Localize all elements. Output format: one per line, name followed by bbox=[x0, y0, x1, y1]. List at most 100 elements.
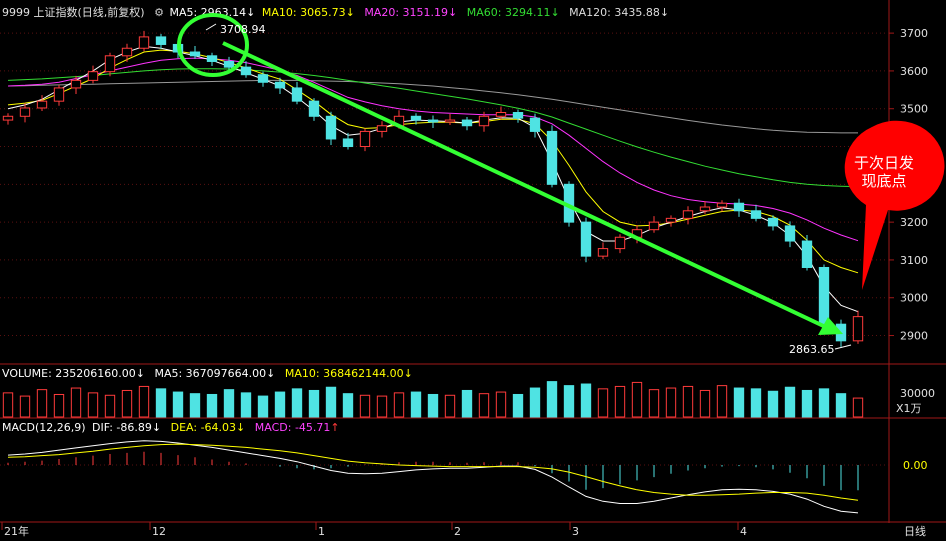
price-tick-label: 3100 bbox=[900, 254, 928, 267]
volume-bar bbox=[257, 395, 269, 418]
volume-bar bbox=[138, 385, 150, 418]
candle-body bbox=[121, 47, 133, 57]
dif-line bbox=[7, 440, 859, 514]
ma20-line bbox=[7, 57, 859, 242]
volume-bar bbox=[104, 394, 116, 418]
volume-bar bbox=[359, 394, 371, 418]
candle-body bbox=[784, 225, 796, 242]
candle-body bbox=[648, 221, 660, 231]
x-tick-label: 2 bbox=[454, 525, 461, 538]
volume-bar bbox=[478, 393, 490, 418]
candle-body bbox=[376, 125, 388, 132]
volume-bar bbox=[563, 385, 575, 418]
volume-bar bbox=[342, 393, 354, 418]
volume-bar bbox=[767, 390, 779, 418]
candle-body bbox=[801, 240, 813, 268]
volume-bar bbox=[410, 391, 422, 418]
volume-bar bbox=[121, 389, 133, 418]
price-tick-label: 3000 bbox=[900, 292, 928, 305]
volume-bar bbox=[818, 388, 830, 418]
low-annotation-leader bbox=[834, 344, 852, 350]
volume-bar bbox=[631, 381, 643, 418]
volume-bar bbox=[155, 388, 167, 418]
volume-bar bbox=[444, 394, 456, 418]
candle-body bbox=[682, 210, 694, 219]
volume-bar bbox=[495, 391, 507, 418]
price-tick-label: 3600 bbox=[900, 65, 928, 78]
volume-bar bbox=[529, 387, 541, 418]
price-tick-label: 3200 bbox=[900, 216, 928, 229]
candle-body bbox=[750, 210, 762, 219]
x-tick-label: 4 bbox=[740, 525, 747, 538]
candle-body bbox=[512, 112, 524, 119]
volume-bar bbox=[733, 387, 745, 418]
candle-body bbox=[291, 87, 303, 102]
candle-body bbox=[733, 202, 745, 212]
candle-body bbox=[206, 55, 218, 62]
downtrend-arrow bbox=[222, 41, 843, 335]
candle-body bbox=[546, 130, 558, 185]
candle-body bbox=[308, 100, 320, 117]
x-tick-label: 1 bbox=[318, 525, 325, 538]
candle-body bbox=[852, 316, 864, 342]
volume-bar bbox=[172, 391, 184, 418]
candle-body bbox=[189, 51, 201, 57]
candle-body bbox=[257, 74, 269, 83]
volume-bar bbox=[274, 391, 286, 418]
volume-bar bbox=[835, 393, 847, 418]
volume-bar bbox=[648, 389, 660, 418]
volume-bar bbox=[597, 388, 609, 418]
candle-body bbox=[19, 107, 31, 117]
volume-bar bbox=[852, 397, 864, 418]
volume-bar bbox=[223, 389, 235, 418]
high-annotation-leader bbox=[205, 23, 217, 31]
candle-body bbox=[240, 66, 252, 76]
candle-body bbox=[70, 79, 82, 89]
x-tick-label: 12 bbox=[152, 525, 166, 538]
candle-body bbox=[274, 81, 286, 89]
candle-body bbox=[716, 202, 728, 208]
volume-bar bbox=[427, 393, 439, 418]
macd-histogram bbox=[0, 440, 889, 514]
candle-body bbox=[2, 115, 14, 121]
volume-bar bbox=[580, 383, 592, 418]
axis-labels: 3700360035003400330032003100300029003000… bbox=[1, 27, 935, 538]
stock-chart-window: 9999 上证指数(日线,前复权) ⚙ MA5: 2963.14↓ MA10: … bbox=[0, 0, 946, 541]
price-tick-label: 3500 bbox=[900, 103, 928, 116]
candle-body bbox=[138, 36, 150, 49]
candle-body bbox=[614, 236, 626, 250]
volume-bar bbox=[36, 389, 48, 418]
candle-body bbox=[495, 112, 507, 117]
candle-body bbox=[699, 206, 711, 212]
candle-body bbox=[325, 115, 337, 140]
x-tick-label: 3 bbox=[572, 525, 579, 538]
chart-canvas: 3700360035003400330032003100300029003000… bbox=[0, 0, 946, 538]
trend-arrow-line bbox=[222, 41, 833, 332]
moving-average-lines bbox=[7, 45, 859, 313]
macd-tick-label: 0.00 bbox=[903, 459, 928, 472]
candle-body bbox=[529, 117, 541, 132]
volume-bar bbox=[784, 386, 796, 418]
volume-bar bbox=[750, 388, 762, 418]
candle-body bbox=[342, 138, 354, 148]
candle-body bbox=[461, 119, 473, 127]
callout-bubble bbox=[844, 120, 945, 290]
volume-bar bbox=[19, 395, 31, 418]
volume-bar bbox=[393, 392, 405, 418]
candle-body bbox=[223, 60, 235, 68]
candle-body bbox=[818, 266, 830, 325]
volume-bar bbox=[546, 381, 558, 418]
x-tick-label: 21年 bbox=[4, 524, 29, 538]
volume-bar bbox=[189, 393, 201, 418]
period-label[interactable]: 日线 bbox=[904, 524, 926, 538]
price-tick-label: 3700 bbox=[900, 27, 928, 40]
high-annotation-label: 3708.94 bbox=[220, 23, 266, 36]
volume-bar bbox=[801, 389, 813, 418]
candle-body bbox=[478, 115, 490, 127]
volume-bar bbox=[206, 393, 218, 418]
volume-bar bbox=[240, 392, 252, 418]
volume-bar bbox=[461, 389, 473, 418]
bottom-callout: 于次日发 现底点 bbox=[844, 120, 945, 290]
volume-unit-label: X1万 bbox=[896, 402, 922, 415]
dea-line bbox=[7, 443, 859, 501]
